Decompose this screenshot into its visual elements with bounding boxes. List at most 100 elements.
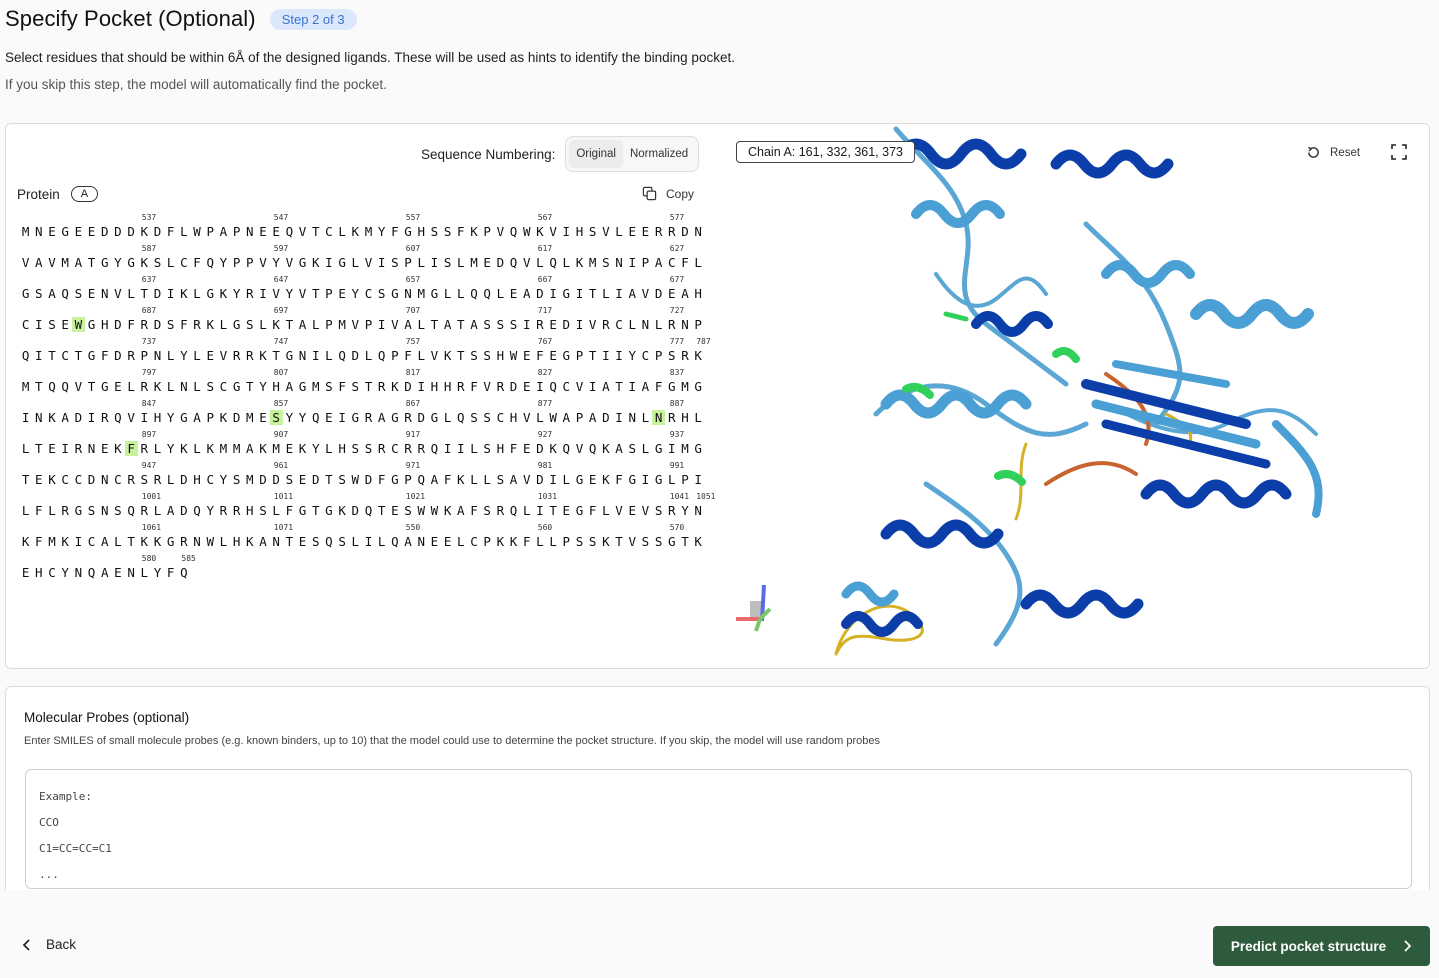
residue[interactable]: I xyxy=(612,348,625,363)
residue[interactable]: L xyxy=(599,286,612,301)
residue[interactable]: Q xyxy=(375,348,388,363)
residue[interactable]: A xyxy=(507,472,520,487)
residue[interactable]: F xyxy=(190,255,203,270)
residue[interactable]: Q xyxy=(190,503,203,518)
residue[interactable]: N xyxy=(32,224,45,239)
residue[interactable]: G xyxy=(322,503,335,518)
residue[interactable]: F xyxy=(98,348,111,363)
residue[interactable]: Y xyxy=(349,286,362,301)
residue[interactable]: F xyxy=(533,348,546,363)
residue[interactable]: L xyxy=(692,255,705,270)
residue[interactable]: I xyxy=(520,317,533,332)
residue[interactable]: L xyxy=(520,503,533,518)
residue[interactable]: A xyxy=(401,534,414,549)
residue[interactable]: M xyxy=(19,379,32,394)
residue[interactable]: S xyxy=(428,224,441,239)
residue[interactable]: L xyxy=(125,286,138,301)
residue[interactable]: R xyxy=(138,441,151,456)
residue[interactable]: K xyxy=(388,379,401,394)
residue[interactable]: P xyxy=(573,410,586,425)
residue[interactable]: S xyxy=(481,441,494,456)
residue[interactable]: Q xyxy=(586,441,599,456)
residue[interactable]: K xyxy=(111,441,124,456)
residue[interactable]: L xyxy=(494,286,507,301)
residue[interactable]: L xyxy=(309,317,322,332)
residue[interactable]: D xyxy=(98,224,111,239)
residue[interactable]: R xyxy=(243,348,256,363)
residue[interactable]: K xyxy=(692,348,705,363)
residue[interactable]: F xyxy=(441,472,454,487)
residue[interactable]: L xyxy=(415,255,428,270)
residue[interactable]: I xyxy=(375,255,388,270)
residue[interactable]: K xyxy=(441,348,454,363)
residue[interactable]: S xyxy=(85,503,98,518)
residue[interactable]: L xyxy=(125,379,138,394)
residue[interactable]: G xyxy=(72,503,85,518)
residue[interactable]: I xyxy=(573,286,586,301)
residue[interactable]: G xyxy=(177,410,190,425)
residue[interactable]: R xyxy=(177,534,190,549)
residue[interactable]: Q xyxy=(481,286,494,301)
residue[interactable]: M xyxy=(467,255,480,270)
residue[interactable]: C xyxy=(322,224,335,239)
residue[interactable]: Y xyxy=(256,379,269,394)
residue[interactable]: Q xyxy=(428,441,441,456)
residue[interactable]: L xyxy=(19,441,32,456)
residue[interactable]: L xyxy=(190,379,203,394)
residue[interactable]: E xyxy=(256,224,269,239)
residue[interactable]: E xyxy=(626,503,639,518)
residue[interactable]: I xyxy=(612,410,625,425)
residue[interactable]: V xyxy=(626,534,639,549)
residue[interactable]: K xyxy=(45,472,58,487)
residue[interactable]: F xyxy=(612,472,625,487)
residue[interactable]: V xyxy=(494,224,507,239)
residue[interactable]: R xyxy=(72,441,85,456)
residue[interactable]: C xyxy=(612,317,625,332)
residue[interactable]: E xyxy=(520,379,533,394)
residue[interactable]: Q xyxy=(547,255,560,270)
residue[interactable]: E xyxy=(45,224,58,239)
residue[interactable]: R xyxy=(401,410,414,425)
residue[interactable]: H xyxy=(243,503,256,518)
residue[interactable]: M xyxy=(415,286,428,301)
residue[interactable]: V xyxy=(45,255,58,270)
residue[interactable]: C xyxy=(204,472,217,487)
residue[interactable]: I xyxy=(626,255,639,270)
residue[interactable]: M xyxy=(270,441,283,456)
residue[interactable]: E xyxy=(428,534,441,549)
residue[interactable]: N xyxy=(296,348,309,363)
residue[interactable]: F xyxy=(388,224,401,239)
residue[interactable]: F xyxy=(467,379,480,394)
numbering-normalized-option[interactable]: Normalized xyxy=(623,140,695,168)
residue[interactable]: E xyxy=(322,410,335,425)
residue[interactable]: M xyxy=(217,441,230,456)
residue[interactable]: T xyxy=(125,534,138,549)
residue[interactable]: S xyxy=(494,472,507,487)
numbering-original-option[interactable]: Original xyxy=(569,140,623,168)
residue[interactable]: Q xyxy=(336,348,349,363)
residue[interactable]: E xyxy=(665,286,678,301)
residue[interactable]: Q xyxy=(125,503,138,518)
residue[interactable]: I xyxy=(573,317,586,332)
residue[interactable]: R xyxy=(665,410,678,425)
residue[interactable]: R xyxy=(494,503,507,518)
residue[interactable]: I xyxy=(362,534,375,549)
residue[interactable]: C xyxy=(85,534,98,549)
residue[interactable]: C xyxy=(665,255,678,270)
residue[interactable]: S xyxy=(164,317,177,332)
residue[interactable]: S xyxy=(401,503,414,518)
residue[interactable]: H xyxy=(336,441,349,456)
residue[interactable]: F xyxy=(125,317,138,332)
residue[interactable]: V xyxy=(217,348,230,363)
residue[interactable]: H xyxy=(428,379,441,394)
residue[interactable]: E xyxy=(626,224,639,239)
residue[interactable]: L xyxy=(454,255,467,270)
residue[interactable]: D xyxy=(125,224,138,239)
residue[interactable]: S xyxy=(72,286,85,301)
residue[interactable]: I xyxy=(560,224,573,239)
residue[interactable]: E xyxy=(270,224,283,239)
residue[interactable]: A xyxy=(467,317,480,332)
residue[interactable]: C xyxy=(388,441,401,456)
residue[interactable]: Q xyxy=(362,503,375,518)
residue[interactable]: R xyxy=(665,503,678,518)
